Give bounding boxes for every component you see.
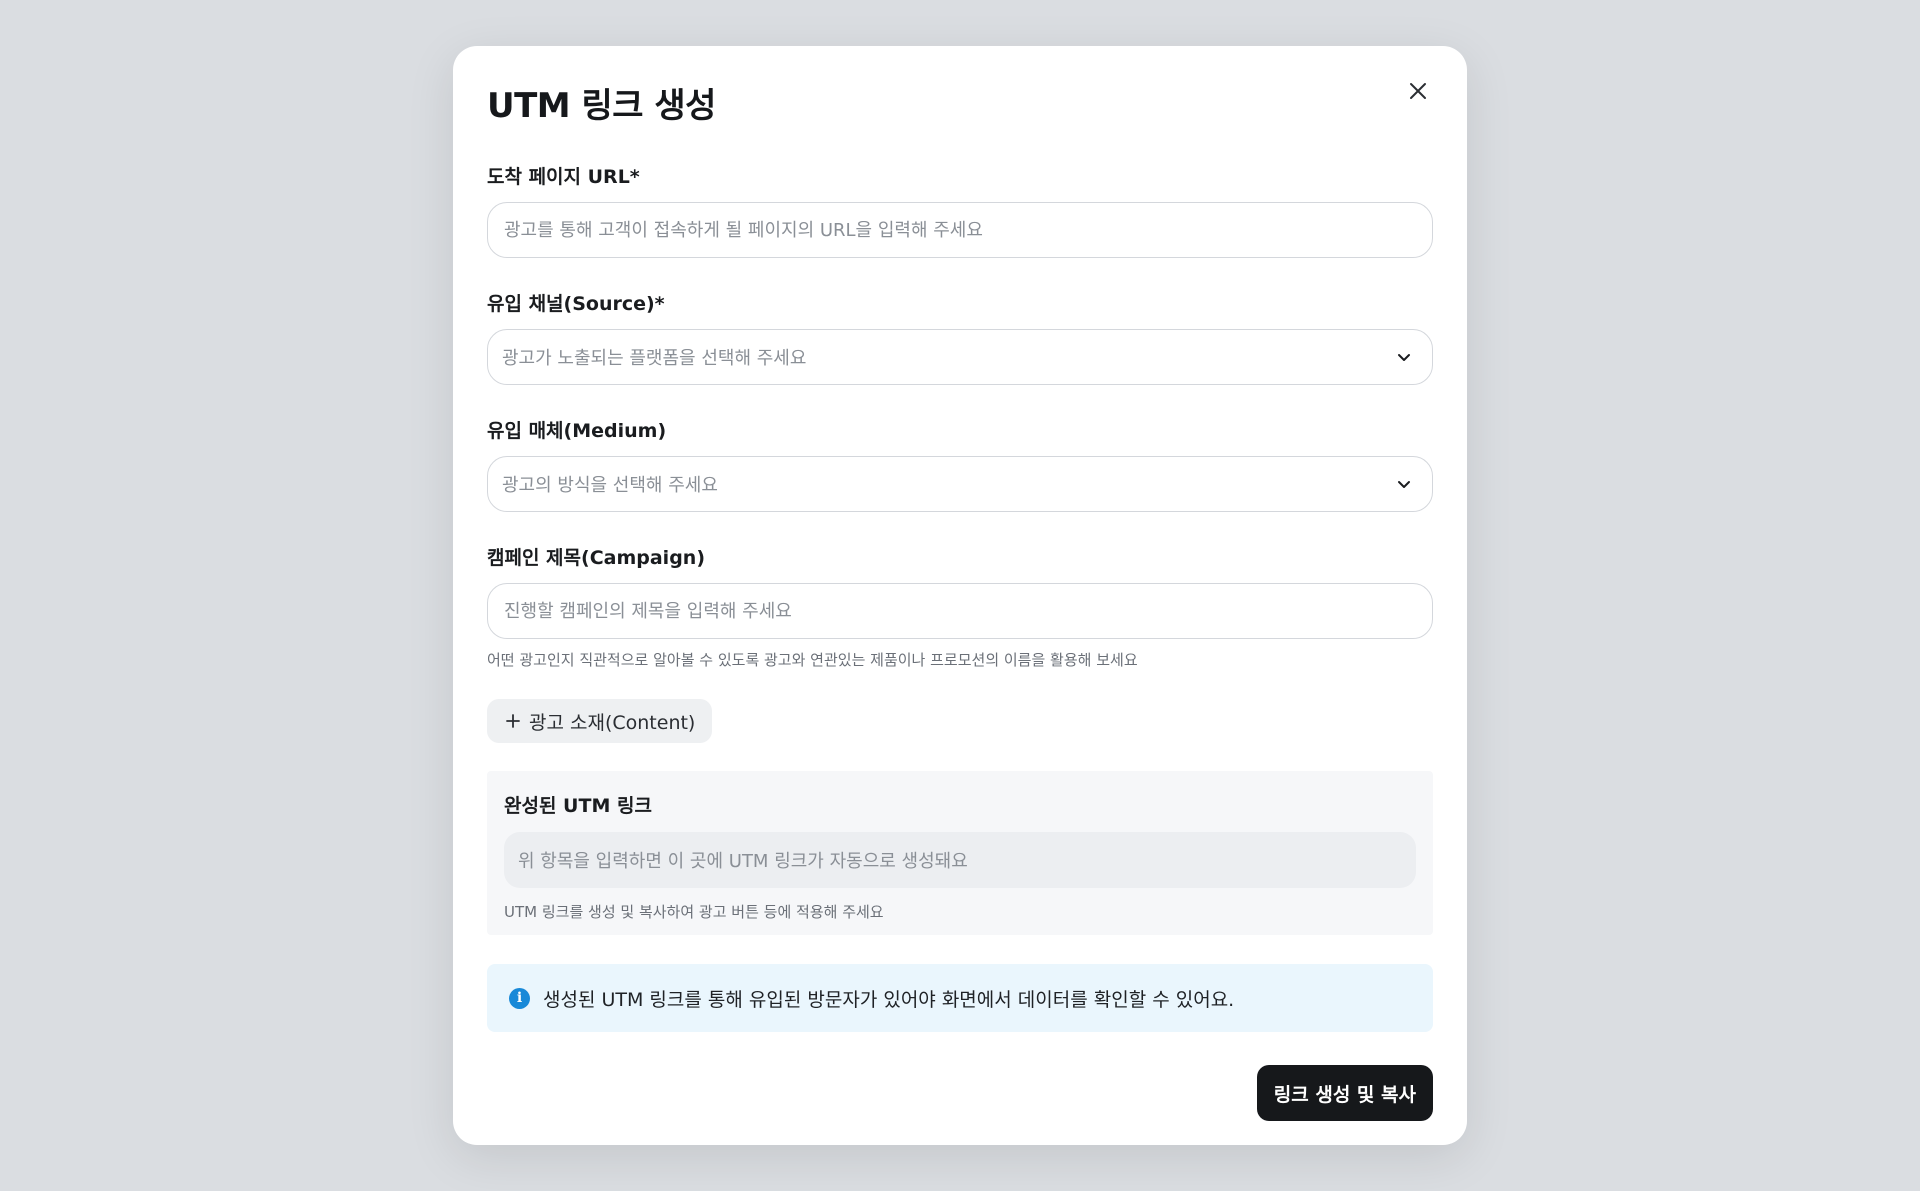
- utm-result-panel: 완성된 UTM 링크 위 항목을 입력하면 이 곳에 UTM 링크가 자동으로 …: [487, 771, 1433, 935]
- result-helper-text: UTM 링크를 생성 및 복사하여 광고 버튼 등에 적용해 주세요: [504, 903, 884, 921]
- add-content-label: 광고 소재(Content): [529, 711, 696, 734]
- info-icon: i: [509, 987, 530, 1009]
- url-input[interactable]: [502, 218, 1418, 242]
- create-copy-link-button[interactable]: 링크 생성 및 복사: [1256, 1065, 1433, 1121]
- medium-select[interactable]: 광고의 방식을 선택해 주세요: [487, 456, 1433, 512]
- medium-field-label: 유입 매체(Medium): [487, 420, 667, 442]
- plus-icon: [506, 714, 520, 728]
- modal-title: UTM 링크 생성: [487, 86, 716, 126]
- info-text: 생성된 UTM 링크를 통해 유입된 방문자가 있어야 화면에서 데이터를 확인…: [543, 988, 1235, 1011]
- url-field-label: 도착 페이지 URL*: [487, 166, 640, 188]
- close-icon: [1410, 83, 1426, 99]
- utm-result-placeholder: 위 항목을 입력하면 이 곳에 UTM 링크가 자동으로 생성돼요: [518, 851, 968, 872]
- medium-select-placeholder: 광고의 방식을 선택해 주세요: [502, 475, 718, 496]
- close-button[interactable]: [1403, 76, 1433, 106]
- source-select[interactable]: 광고가 노출되는 플랫폼을 선택해 주세요: [487, 329, 1433, 385]
- campaign-input[interactable]: [502, 599, 1418, 623]
- campaign-field-label: 캠페인 제목(Campaign): [487, 547, 706, 569]
- source-field-label: 유입 채널(Source)*: [487, 293, 665, 315]
- utm-result-field: 위 항목을 입력하면 이 곳에 UTM 링크가 자동으로 생성돼요: [504, 832, 1416, 888]
- chevron-down-icon: [1392, 345, 1416, 369]
- result-title: 완성된 UTM 링크: [504, 795, 652, 817]
- chevron-down-icon: [1392, 472, 1416, 496]
- source-select-placeholder: 광고가 노출되는 플랫폼을 선택해 주세요: [502, 348, 807, 369]
- info-banner: i 생성된 UTM 링크를 통해 유입된 방문자가 있어야 화면에서 데이터를 …: [487, 964, 1433, 1032]
- campaign-field-container: [487, 583, 1433, 639]
- campaign-helper-text: 어떤 광고인지 직관적으로 알아볼 수 있도록 광고와 연관있는 제품이나 프로…: [487, 651, 1138, 669]
- utm-link-modal: UTM 링크 생성 도착 페이지 URL* 유입 채널(Source)* 광고가…: [453, 46, 1467, 1145]
- url-field-container: [487, 202, 1433, 258]
- add-content-button[interactable]: 광고 소재(Content): [487, 699, 713, 743]
